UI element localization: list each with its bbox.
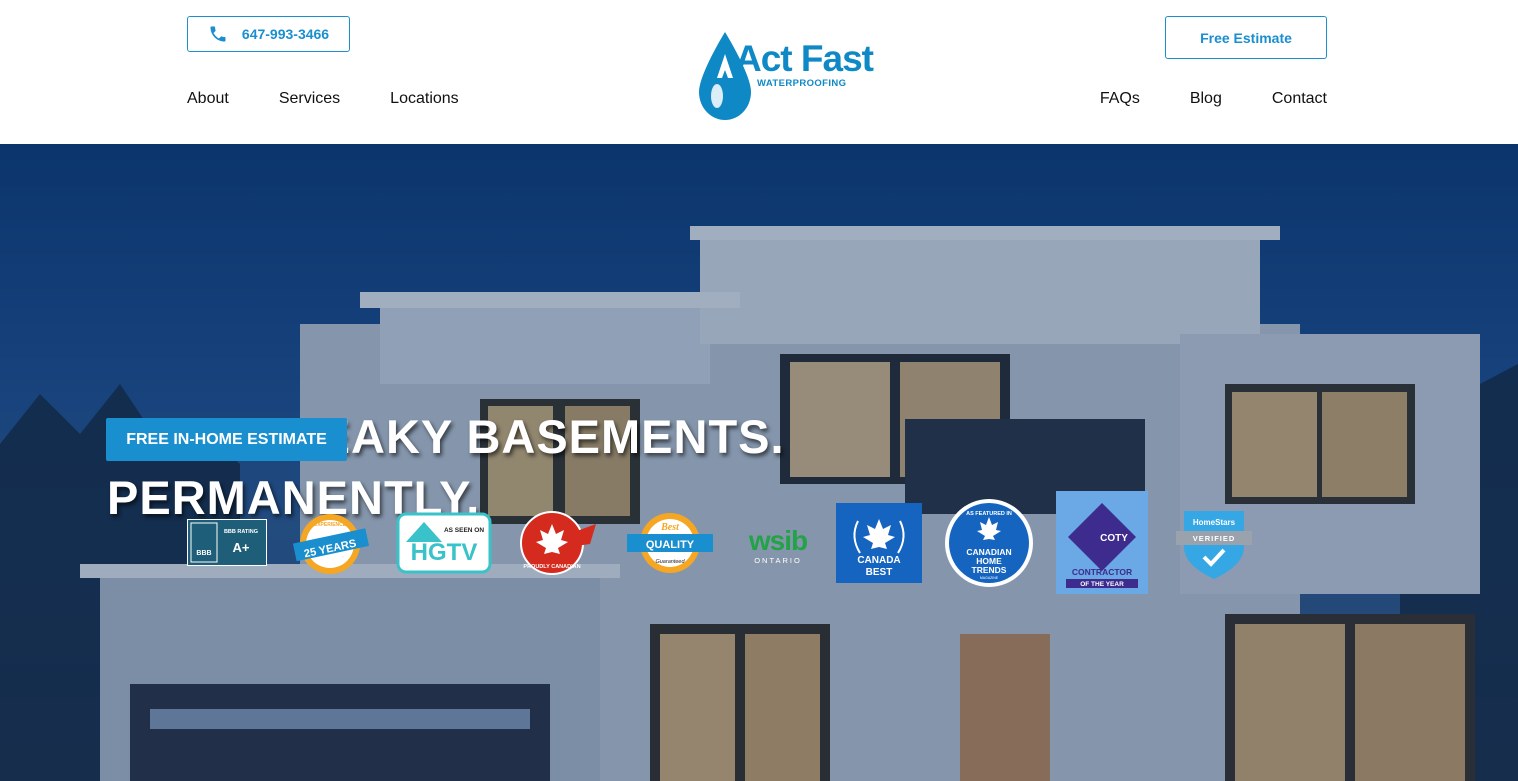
bbb-label: BBB RATING	[224, 529, 258, 535]
wsib-name: wsib	[748, 525, 807, 556]
canada-best-line2: BEST	[866, 567, 893, 578]
quality-bottom: Guaranteed	[655, 559, 685, 565]
canadian-text: PROUDLY CANADIAN	[523, 564, 580, 570]
nav-right: FAQs Blog Contact	[1100, 90, 1327, 108]
wsib-ontario-badge: wsib ONTARIO	[748, 525, 808, 565]
homestars-verified-badge: HomeStars VERIFIED	[1176, 511, 1252, 579]
homestars-top: HomeStars	[1193, 518, 1236, 527]
homestars-status: VERIFIED	[1193, 534, 1236, 543]
hgtv-badge: AS SEEN ON HGTV	[396, 512, 492, 574]
phone-icon	[210, 26, 226, 42]
canada-best-line1: CANADA	[857, 555, 900, 566]
nav-item-faqs[interactable]: FAQs	[1100, 90, 1140, 108]
coty-line2: OF THE YEAR	[1080, 581, 1124, 588]
best-quality-badge: Best QUALITY Guaranteed	[627, 513, 713, 573]
free-in-home-estimate-button[interactable]: FREE IN-HOME ESTIMATE	[106, 418, 347, 461]
nav-item-blog[interactable]: Blog	[1190, 90, 1222, 108]
site-logo[interactable]: Act Fast WATERPROOFING	[695, 30, 874, 122]
logo-title: Act Fast	[735, 38, 874, 79]
nav-item-services[interactable]: Services	[279, 90, 340, 108]
years-top: EXPERIENCE	[314, 522, 347, 528]
nav-item-about[interactable]: About	[187, 90, 229, 108]
coty-mark: COTY	[1100, 533, 1128, 544]
hgtv-small: AS SEEN ON	[444, 527, 484, 534]
bbb-rating-badge: BBB BBB RATING A+	[187, 519, 267, 566]
canada-best-badge: CANADA BEST	[836, 503, 922, 583]
coty-line1: CONTRACTOR	[1072, 567, 1132, 577]
nav-item-contact[interactable]: Contact	[1272, 90, 1327, 108]
hero-section: WE FIX LEAKY BASEMENTS. PERMANENTLY.	[0, 144, 1518, 781]
site-header: 647-993-3466 Act Fast WATERPROOFING Free…	[0, 0, 1518, 144]
cht-ring: AS FEATURED IN	[966, 511, 1012, 517]
canadian-home-trends-badge: AS FEATURED IN CANADIAN HOME TRENDS MAGA…	[945, 499, 1033, 587]
bbb-grade: A+	[233, 540, 250, 555]
quality-middle: QUALITY	[646, 539, 695, 551]
phone-number: 647-993-3466	[241, 26, 330, 42]
coty-badge: COTY CONTRACTOR OF THE YEAR	[1056, 491, 1148, 594]
hgtv-name: HGTV	[411, 539, 478, 566]
logo-subtitle: WATERPROOFING	[757, 78, 847, 89]
nav-left: About Services Locations	[187, 90, 459, 108]
wsib-region: ONTARIO	[754, 556, 802, 565]
proudly-canadian-badge: PROUDLY CANADIAN	[520, 511, 596, 575]
cht-line4: MAGAZINE	[980, 576, 999, 580]
quality-top: Best	[660, 522, 680, 533]
25-years-badge: EXPERIENCE 25 YEARS	[292, 514, 370, 574]
nav-item-locations[interactable]: Locations	[390, 90, 459, 108]
free-estimate-button[interactable]: Free Estimate	[1165, 16, 1327, 59]
cht-line3: TRENDS	[972, 565, 1007, 575]
bbb-mark: BBB	[196, 550, 211, 557]
phone-button[interactable]: 647-993-3466	[187, 16, 350, 52]
